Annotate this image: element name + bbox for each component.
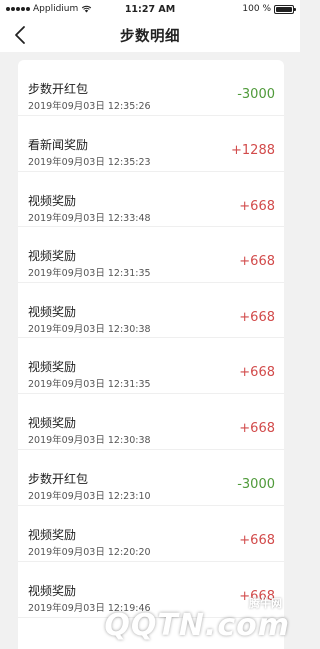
record-row: 视频奖励 2019年09月03日 12:20:20 +668 (18, 506, 284, 562)
battery-percent: 100 % (242, 4, 271, 14)
record-amount: -3000 (237, 477, 275, 492)
record-title: 看新闻奖励 (28, 138, 89, 152)
page-title: 步数明细 (120, 28, 180, 45)
record-amount: -3000 (237, 87, 275, 102)
record-row: 看新闻奖励 2019年09月03日 12:35:23 +1288 (18, 116, 284, 172)
record-time: 2019年09月03日 12:35:26 (28, 101, 151, 112)
record-title: 视频奖励 (28, 249, 77, 263)
record-amount: +1288 (231, 143, 275, 158)
record-amount: +668 (239, 365, 275, 380)
record-title: 步数开红包 (28, 82, 89, 96)
status-left: Applidium (6, 4, 92, 14)
record-row: 视频奖励 2019年09月03日 12:30:38 +668 (18, 283, 284, 338)
record-row: 视频奖励 2019年09月03日 12:33:48 +668 (18, 172, 284, 227)
record-amount: +668 (239, 310, 275, 325)
record-amount: +668 (239, 421, 275, 436)
record-row: 视频奖励 2019年09月03日 12:31:35 +668 (18, 227, 284, 283)
status-right: 100 % (242, 4, 296, 14)
record-title: 视频奖励 (28, 305, 77, 319)
record-amount: +668 (239, 199, 275, 214)
record-title: 视频奖励 (28, 416, 77, 430)
status-bar: Applidium 11:27 AM 100 % (0, 0, 300, 18)
chevron-left-icon (15, 26, 25, 44)
wifi-icon (82, 5, 92, 13)
back-button[interactable] (8, 23, 32, 47)
record-title: 视频奖励 (28, 584, 77, 598)
carrier-name: Applidium (33, 4, 79, 14)
navigation-bar: 步数明细 (0, 18, 300, 52)
battery-icon (274, 4, 296, 14)
record-time: 2019年09月03日 12:33:48 (28, 213, 151, 224)
record-row: 视频奖励 2019年09月03日 12:31:35 +668 (18, 338, 284, 394)
record-amount: +668 (239, 254, 275, 269)
record-time: 2019年09月03日 12:23:10 (28, 491, 151, 502)
record-time: 2019年09月03日 12:30:38 (28, 324, 151, 335)
record-time: 2019年09月03日 12:30:38 (28, 435, 151, 446)
record-title: 视频奖励 (28, 194, 77, 208)
record-title: 视频奖励 (28, 360, 77, 374)
record-time: 2019年09月03日 12:35:23 (28, 157, 151, 168)
record-row: 视频奖励 2019年09月03日 12:30:38 +668 (18, 394, 284, 450)
record-row: 步数开红包 2019年09月03日 12:35:26 -3000 (18, 60, 284, 116)
battery-level (276, 6, 292, 12)
record-time: 2019年09月03日 12:31:35 (28, 268, 151, 279)
record-time: 2019年09月03日 12:31:35 (28, 379, 151, 390)
content-area: 步数开红包 2019年09月03日 12:35:26 -3000 看新闻奖励 2019年… (0, 52, 300, 649)
record-row: 步数开红包 2019年09月03日 12:23:10 -3000 (18, 450, 284, 506)
record-row: 视频奖励 2019年09月03日 12:19:46 +668 (18, 562, 284, 618)
record-amount: +668 (239, 589, 275, 604)
step-record-card[interactable]: 步数开红包 2019年09月03日 12:35:26 -3000 看新闻奖励 2019年… (18, 60, 284, 649)
record-title: 步数开红包 (28, 472, 89, 486)
signal-strength-icon (6, 7, 30, 11)
record-time: 2019年09月03日 12:19:46 (28, 603, 151, 614)
record-title: 视频奖励 (28, 528, 77, 542)
status-time: 11:27 AM (124, 3, 176, 15)
record-time: 2019年09月03日 12:20:20 (28, 547, 151, 558)
record-amount: +668 (239, 533, 275, 548)
